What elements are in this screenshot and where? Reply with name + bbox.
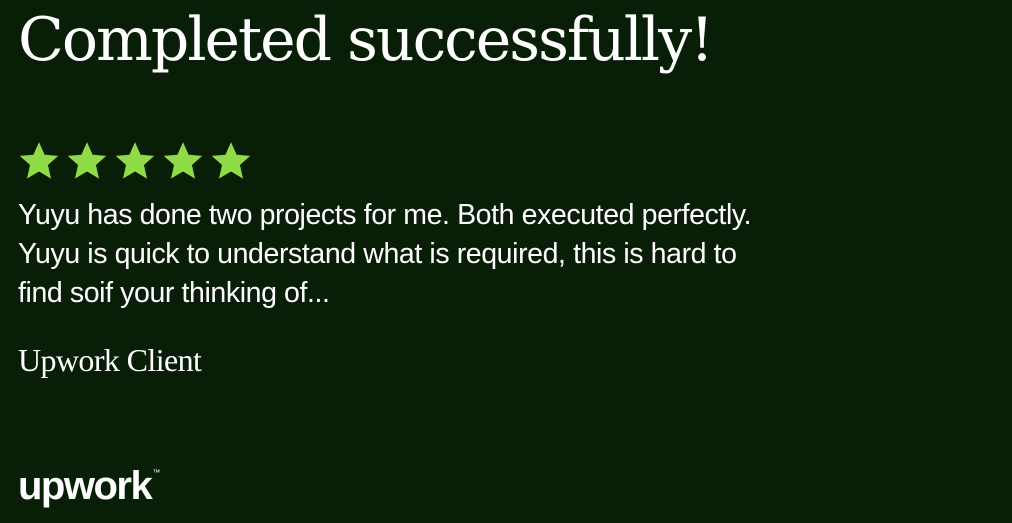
- logo-wordmark: upwork: [18, 464, 153, 508]
- review-author: Upwork Client: [18, 342, 202, 378]
- star-icon: [66, 140, 108, 182]
- star-icon: [114, 140, 156, 182]
- star-icon: [210, 140, 252, 182]
- star-rating: [18, 140, 252, 182]
- testimonial-card: Completed successfully! Yuyu has done tw…: [0, 0, 1012, 523]
- star-icon: [162, 140, 204, 182]
- trademark-symbol: ™: [152, 468, 161, 477]
- headline: Completed successfully!: [18, 5, 714, 75]
- review-text: Yuyu has done two projects for me. Both …: [18, 199, 752, 309]
- upwork-logo: upwork ™: [18, 462, 160, 510]
- star-icon: [18, 140, 60, 182]
